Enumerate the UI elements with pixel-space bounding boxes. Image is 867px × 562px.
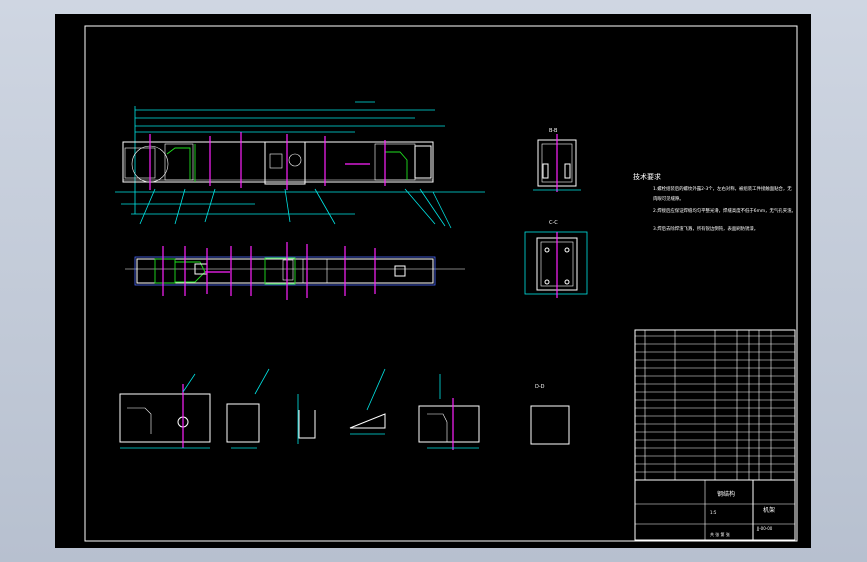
part-name: 钢结构 xyxy=(717,490,735,498)
tech-req-line-1: 1.螺栓组装后的螺纹外露2-3个，左右对称，被组装工件接触面贴合，无 xyxy=(653,185,792,192)
drawing-name: 机架 xyxy=(763,506,775,514)
detail-views: D-D xyxy=(119,368,570,450)
section-c-c: C-C xyxy=(524,220,588,298)
drawing-svg: B-B C-C 技术要求 1.螺栓组装后的螺纹外露2-3个，左右对称，被组装工件… xyxy=(84,25,798,542)
section-label-c: C-C xyxy=(549,220,558,226)
scale: 1:5 xyxy=(710,510,717,515)
technical-requirements: 技术要求 1.螺栓组装后的螺纹外露2-3个，左右对称，被组装工件接触面贴合，无 … xyxy=(633,172,796,232)
tech-req-line-3: 2.焊接后应保证焊缝均匀平整光滑，焊缝高度不低于6mm，无气孔夹渣。 xyxy=(653,207,796,214)
tech-req-title: 技术要求 xyxy=(633,172,661,181)
drawing-number: JJ-00-00 xyxy=(756,526,773,531)
section-label-b: B-B xyxy=(549,128,558,134)
section-label-d: D-D xyxy=(535,384,545,390)
plan-view xyxy=(125,242,465,300)
section-b-b: B-B xyxy=(533,128,581,192)
title-block: 钢结构 机架 JJ-00-00 1:5 共 张 第 张 xyxy=(634,329,796,541)
cad-drawing-sheet: B-B C-C 技术要求 1.螺栓组装后的螺纹外露2-3个，左右对称，被组装工件… xyxy=(55,14,811,548)
front-view xyxy=(115,101,485,229)
sheet-number: 共 张 第 张 xyxy=(710,531,730,537)
tech-req-line-4: 3.焊后去除焊渣飞溅，所有锐边倒钝，表面刷防锈漆。 xyxy=(653,225,758,232)
tech-req-line-2: 肉眼可见缝隙。 xyxy=(653,195,684,202)
